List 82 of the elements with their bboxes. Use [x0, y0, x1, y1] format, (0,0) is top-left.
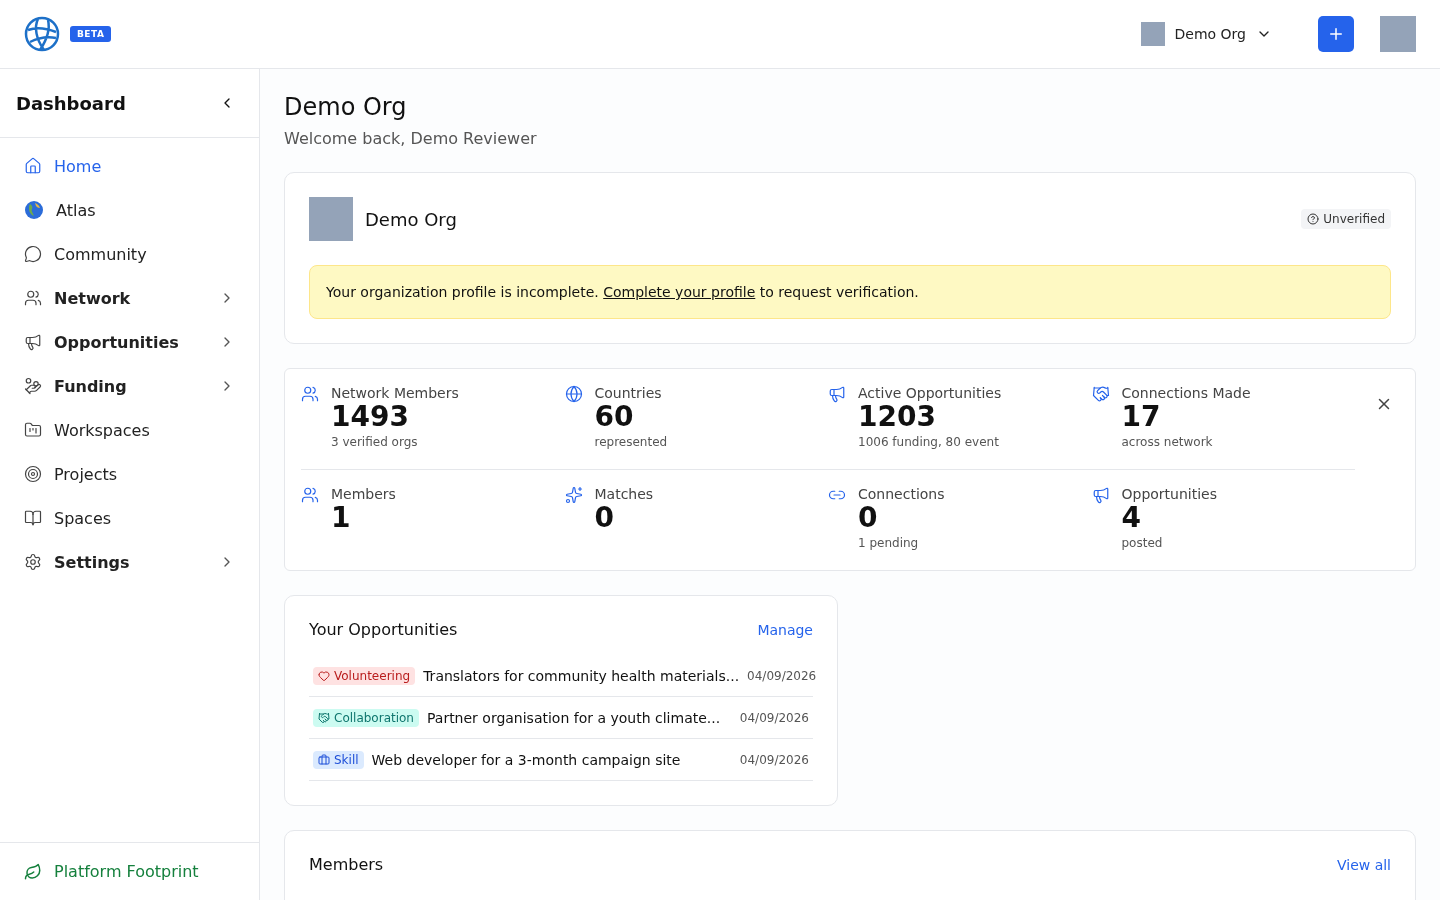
org-switcher[interactable]: Demo Org	[1134, 21, 1278, 47]
globe-icon	[564, 385, 583, 403]
sidebar-title: Dashboard	[16, 92, 126, 114]
org-name: Demo Org	[365, 208, 458, 230]
chat-bubble-icon	[24, 245, 42, 263]
nav-item[interactable]: Community	[0, 232, 259, 276]
org-avatar	[309, 197, 353, 241]
view-all-link[interactable]: View all	[1336, 856, 1391, 873]
beta-badge: BETA	[70, 26, 112, 42]
heart-icon	[318, 669, 330, 682]
stat-note: posted	[1121, 536, 1164, 551]
stat-note: 1 pending	[858, 536, 920, 551]
coins-hand-icon	[24, 377, 42, 395]
stat-value: 1203	[858, 401, 936, 434]
stat-label: Matches	[594, 486, 654, 503]
page-title: Demo Org	[284, 93, 408, 121]
stat-value: 4	[1121, 502, 1141, 535]
people-icon	[301, 385, 319, 403]
nav-item[interactable]: Opportunities	[0, 320, 259, 364]
footprint-link[interactable]: Platform Footprint	[0, 842, 259, 900]
stat-note: across network	[1121, 435, 1214, 450]
megaphone-icon	[24, 333, 42, 351]
stat-label: Connections	[858, 486, 945, 503]
question-icon	[1307, 213, 1320, 225]
org-avatar	[1140, 22, 1165, 46]
nav-item[interactable]: Atlas	[0, 188, 259, 232]
target-icon	[24, 465, 42, 483]
stat-value: 17	[1121, 401, 1162, 434]
stat-value: 1	[331, 502, 352, 535]
status-badge: Unverified	[1301, 209, 1391, 229]
home-icon	[24, 157, 42, 175]
opportunity-date: 04/09/2026	[739, 710, 809, 725]
megaphone-icon	[1091, 486, 1110, 505]
nav-item[interactable]: Spaces	[0, 496, 259, 540]
opportunity-date: 04/09/2026	[747, 668, 817, 683]
plus-icon	[1327, 25, 1345, 43]
nav-item[interactable]: Home	[0, 144, 259, 188]
nav-item[interactable]: Settings	[0, 540, 259, 584]
card-title: Your Opportunities	[309, 620, 458, 640]
stat-label: Members	[331, 486, 396, 503]
megaphone-icon	[828, 385, 846, 403]
stat-value: 1493	[331, 401, 410, 434]
category-tag: Skill	[313, 750, 364, 769]
nav-item[interactable]: Projects	[0, 452, 259, 496]
handshake-icon	[318, 711, 330, 724]
stat-value: 0	[858, 502, 879, 535]
handshake-icon	[1091, 385, 1110, 403]
stat-note: 1006 funding, 80 event	[858, 435, 1000, 450]
book-icon	[24, 509, 42, 527]
category-tag: Collaboration	[313, 708, 419, 727]
stat-value: 60	[594, 401, 635, 434]
manage-link[interactable]: Manage	[757, 621, 813, 638]
stat-label: Connections Made	[1121, 385, 1251, 401]
category-tag: Volunteering	[313, 666, 416, 685]
opportunity-title[interactable]: Translators for community health materials...	[423, 667, 740, 684]
people-icon	[301, 486, 319, 505]
stat-note: represented	[594, 435, 668, 450]
stat-label: Opportunities	[1121, 486, 1218, 503]
profile-link[interactable]: Complete your profile	[603, 284, 756, 300]
globe-logo[interactable]	[24, 16, 60, 52]
opportunity-title[interactable]: Partner organisation for a youth climate...	[427, 709, 732, 726]
stat-label: Countries	[594, 385, 663, 401]
page-subtitle: Welcome back, Demo Reviewer	[284, 129, 538, 148]
people-icon	[24, 289, 42, 307]
stat-value: 0	[594, 502, 615, 535]
briefcase-icon	[318, 753, 330, 766]
opportunity-title[interactable]: Web developer for a 3-month campaign site	[371, 751, 732, 768]
folder-icon	[24, 421, 42, 439]
card-title: Members	[309, 855, 384, 875]
nav-item[interactable]: Funding	[0, 364, 259, 408]
settings-icon	[24, 553, 42, 571]
stat-label: Network Members	[331, 385, 459, 401]
sparkles-icon	[564, 486, 583, 505]
stat-note: 3 verified orgs	[331, 435, 419, 450]
nav-item[interactable]: Workspaces	[0, 408, 259, 452]
profile-notice: Your organization profile is incomplete. Complete your profile to request verification.	[309, 265, 1391, 319]
leaf-icon	[24, 862, 42, 881]
add-button[interactable]	[1318, 16, 1354, 52]
opportunity-date: 04/09/2026	[739, 752, 809, 767]
nav-item[interactable]: Network	[0, 276, 259, 320]
stat-label: Active Opportunities	[858, 385, 1002, 401]
globe-icon	[24, 200, 44, 220]
